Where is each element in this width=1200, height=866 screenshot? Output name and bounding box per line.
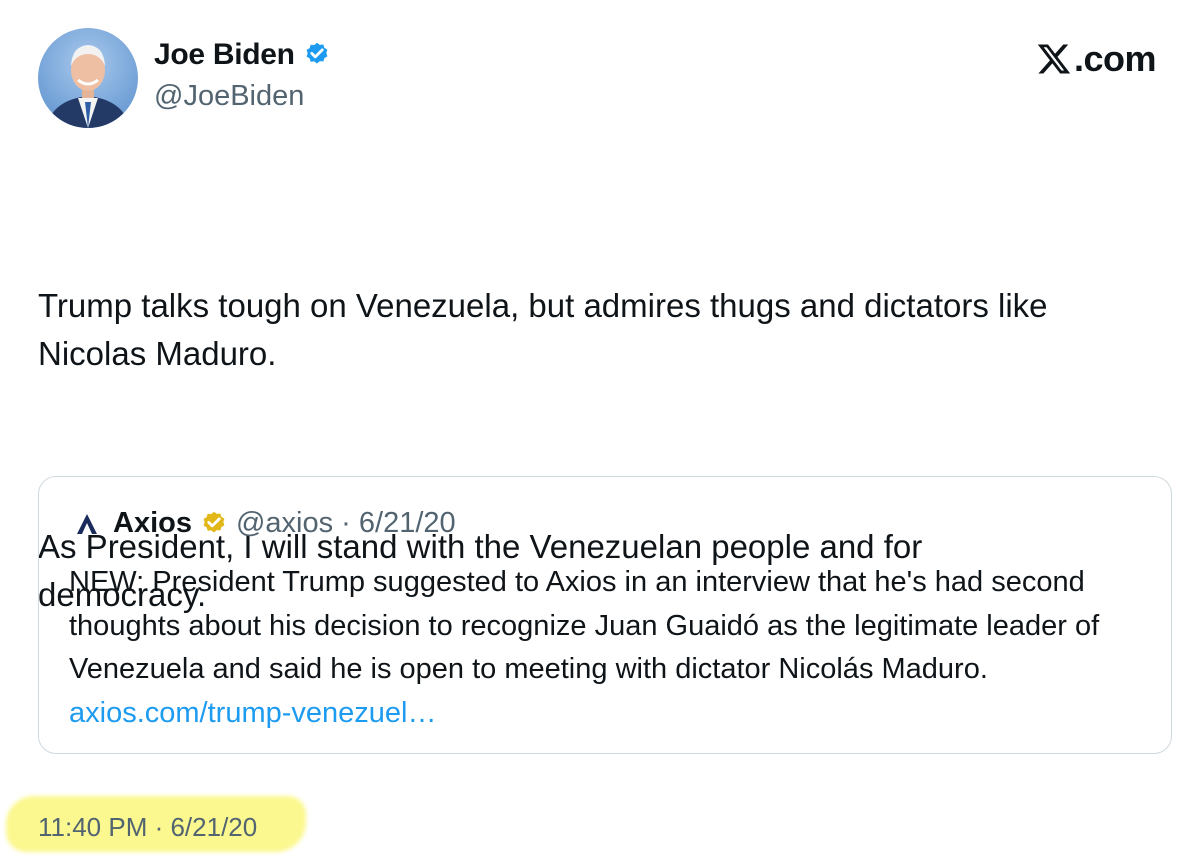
- quoted-tweet-text: NEW: President Trump suggested to Axios …: [69, 561, 1159, 735]
- x-brand-text: .com: [1073, 38, 1157, 79]
- person-portrait-icon: [46, 45, 130, 128]
- author-name-row[interactable]: Joe Biden: [154, 38, 331, 72]
- axios-logo-icon: [77, 513, 97, 534]
- x-logo-icon: [1037, 44, 1071, 74]
- tweet-timestamp[interactable]: 11:40 PM · 6/21/20: [38, 812, 257, 843]
- quoted-tweet[interactable]: Axios @axios · 6/21/20 NEW: President Tr…: [38, 476, 1172, 754]
- verified-badge-icon: [306, 42, 328, 64]
- quoted-author-name[interactable]: Axios: [113, 507, 192, 540]
- author-handle[interactable]: @JoeBiden: [154, 80, 304, 113]
- author-name[interactable]: Joe Biden: [154, 38, 295, 72]
- x-brand: .com: [1036, 38, 1157, 80]
- gold-verified-badge-icon: [203, 511, 225, 533]
- author-avatar[interactable]: [38, 28, 138, 128]
- quoted-link[interactable]: axios.com/trump-venezuel…: [69, 697, 436, 729]
- quoted-tweet-header: Axios @axios · 6/21/20: [75, 507, 456, 540]
- tweet-paragraph: Trump talks tough on Venezuela, but admi…: [38, 287, 1048, 372]
- quoted-handle-date: @axios · 6/21/20: [235, 507, 456, 539]
- quoted-text: NEW: President Trump suggested to Axios …: [69, 566, 1100, 685]
